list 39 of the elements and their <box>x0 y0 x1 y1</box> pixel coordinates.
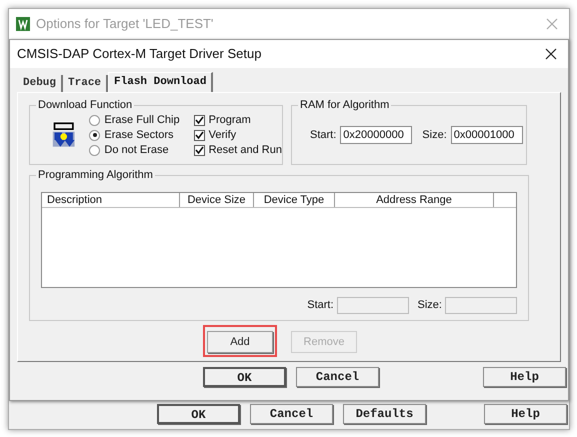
start-label: Start: <box>310 128 336 143</box>
checkbox[interactable] <box>194 130 205 140</box>
help-button[interactable]: Help <box>483 367 566 387</box>
checkbox-label: Program <box>208 112 251 128</box>
start-field[interactable]: 0x20000000 <box>340 126 412 144</box>
dialog-button[interactable]: OK <box>157 404 240 424</box>
size-field <box>445 297 517 314</box>
radio-label: Erase Sectors <box>104 128 174 143</box>
window-title: Options for Target 'LED_TEST' <box>36 15 214 34</box>
dialog-button[interactable]: Cancel <box>250 404 333 424</box>
checkbox[interactable] <box>194 114 205 126</box>
column-header[interactable]: Description <box>42 193 180 207</box>
tab[interactable]: Flash Download <box>108 72 214 92</box>
checkbox-label: Verify <box>208 128 236 143</box>
dialog-button[interactable]: Cancel <box>296 367 379 387</box>
radio-label: Erase Full Chip <box>104 112 180 128</box>
column-header[interactable]: Device Size <box>180 193 254 207</box>
tab[interactable]: Debug <box>18 75 64 92</box>
column-header[interactable]: Address Range <box>335 193 494 207</box>
close-icon[interactable] <box>545 48 557 60</box>
checkbox[interactable] <box>194 144 205 156</box>
action-button[interactable]: Add <box>207 331 273 354</box>
size-label: Size: <box>418 298 442 314</box>
size-label: Size: <box>422 128 447 143</box>
group-title: Programming Algorithm <box>36 168 155 182</box>
size-field[interactable]: 0x00001000 <box>450 126 523 144</box>
radio-button[interactable] <box>89 114 100 126</box>
column-header[interactable]: Device Type <box>254 193 335 207</box>
radio-button[interactable] <box>89 130 100 140</box>
app-icon <box>16 17 30 31</box>
checkbox-label: Reset and Run <box>208 142 282 158</box>
help-button[interactable]: Help <box>484 404 567 424</box>
radio-label: Do not Erase <box>104 142 169 158</box>
start-label: Start: <box>307 298 334 314</box>
dialog-title: CMSIS-DAP Cortex-M Target Driver Setup <box>17 45 262 64</box>
radio-button[interactable] <box>89 144 100 156</box>
dialog-button[interactable]: OK <box>203 367 286 387</box>
dialog-button[interactable]: Defaults <box>343 404 426 424</box>
group-title: RAM for Algorithm <box>298 98 392 112</box>
